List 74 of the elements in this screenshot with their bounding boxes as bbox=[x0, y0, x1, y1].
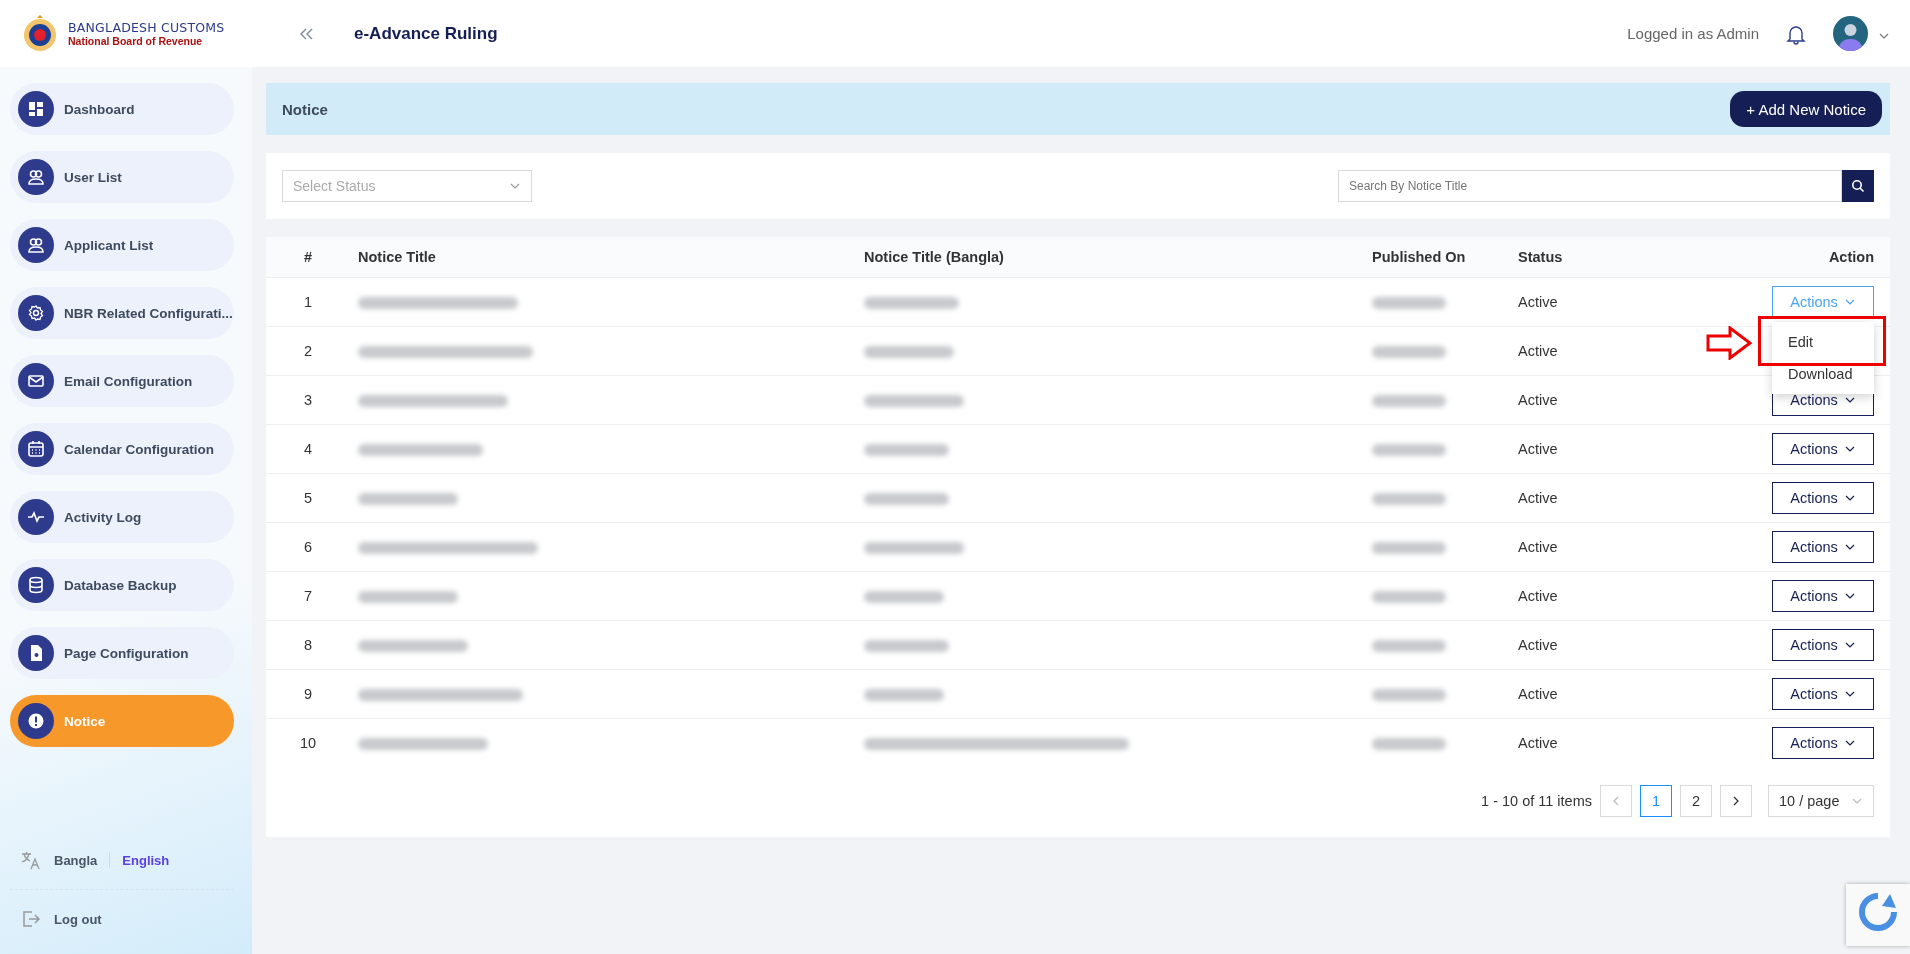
actions-dropdown[interactable]: Actions bbox=[1772, 727, 1874, 759]
actions-dropdown[interactable]: Actions bbox=[1772, 629, 1874, 661]
add-notice-button[interactable]: + Add New Notice bbox=[1730, 91, 1882, 127]
chevron-right-icon bbox=[1731, 795, 1741, 807]
logout-link[interactable]: Log out bbox=[10, 890, 234, 954]
menu-item[interactable]: Edit bbox=[1772, 326, 1874, 358]
column-header: Notice Title bbox=[350, 237, 856, 278]
actions-dropdown[interactable]: Actions bbox=[1772, 482, 1874, 514]
pulse-icon bbox=[18, 499, 54, 535]
search-button[interactable] bbox=[1842, 170, 1874, 202]
table-cell: Active bbox=[1510, 326, 1656, 376]
sidebar-item[interactable]: Database Backup bbox=[10, 559, 234, 611]
column-header: Status bbox=[1510, 237, 1656, 278]
page-size-select[interactable]: 10 / page bbox=[1768, 785, 1874, 817]
search-icon bbox=[1851, 179, 1865, 193]
page-button[interactable]: 2 bbox=[1680, 785, 1712, 817]
sidebar-item[interactable]: User List bbox=[10, 151, 234, 203]
page-title: Notice bbox=[282, 100, 328, 118]
table-cell: Active bbox=[1510, 620, 1656, 670]
alert-icon bbox=[18, 703, 54, 739]
pagination-summary: 1 - 10 of 11 items bbox=[1481, 793, 1592, 809]
chevron-left-icon bbox=[1611, 795, 1621, 807]
sidebar-item[interactable]: Calendar Configuration bbox=[10, 423, 234, 475]
app-title: e-Advance Ruling bbox=[354, 23, 498, 44]
sidebar-item[interactable]: Applicant List bbox=[10, 219, 234, 271]
column-header: Action bbox=[1656, 237, 1890, 278]
table-cell: Active bbox=[1510, 277, 1656, 327]
user-label: Logged in as Admin bbox=[1627, 25, 1759, 42]
arrow-icon bbox=[1706, 326, 1752, 360]
table-cell: 10 bbox=[266, 718, 350, 767]
table-cell: 3 bbox=[266, 375, 350, 425]
table-cell: Active bbox=[1510, 522, 1656, 572]
gear-icon bbox=[18, 295, 54, 331]
table-cell: Active bbox=[1510, 473, 1656, 523]
table-cell: 5 bbox=[266, 473, 350, 523]
actions-dropdown[interactable]: Actions bbox=[1772, 433, 1874, 465]
column-header: # bbox=[266, 237, 350, 278]
actions-dropdown[interactable]: Actions bbox=[1772, 531, 1874, 563]
table-cell: 7 bbox=[266, 571, 350, 621]
table-cell: Active bbox=[1510, 718, 1656, 767]
sidebar-item[interactable]: NBR Related Configurati... bbox=[10, 287, 234, 339]
column-header: Notice Title (Bangla) bbox=[856, 237, 1364, 278]
table-cell: Active bbox=[1510, 424, 1656, 474]
users-icon bbox=[18, 159, 54, 195]
calendar-icon bbox=[18, 431, 54, 467]
dashboard-icon bbox=[18, 91, 54, 127]
document-gear-icon bbox=[18, 635, 54, 671]
actions-dropdown[interactable]: Actions bbox=[1772, 580, 1874, 612]
table-cell: 9 bbox=[266, 669, 350, 719]
actions-dropdown[interactable]: Actions bbox=[1772, 678, 1874, 710]
table-cell: 4 bbox=[266, 424, 350, 474]
language-option[interactable]: Bangla bbox=[54, 852, 98, 868]
table-cell: Active bbox=[1510, 375, 1656, 425]
translate-icon bbox=[20, 849, 42, 871]
table-cell: 8 bbox=[266, 620, 350, 670]
brand-title: BANGLADESH CUSTOMS bbox=[68, 20, 225, 35]
sidebar-item[interactable]: Email Configuration bbox=[10, 355, 234, 407]
table-cell: 1 bbox=[266, 277, 350, 327]
table-cell: 6 bbox=[266, 522, 350, 572]
database-icon bbox=[18, 567, 54, 603]
table-cell: Active bbox=[1510, 669, 1656, 719]
sidebar-item[interactable]: Activity Log bbox=[10, 491, 234, 543]
logout-icon bbox=[20, 908, 42, 930]
search-field[interactable]: Search By Notice Title bbox=[1338, 170, 1842, 202]
brand-subtitle: National Board of Revenue bbox=[68, 35, 204, 47]
users-icon bbox=[18, 227, 54, 263]
sidebar-item[interactable]: Page Configuration bbox=[10, 627, 234, 679]
mail-icon bbox=[18, 363, 54, 399]
avatar-icon[interactable] bbox=[1833, 16, 1868, 51]
column-header: Published On bbox=[1364, 237, 1510, 278]
table-cell: 2 bbox=[266, 326, 350, 376]
language-option[interactable]: English bbox=[122, 852, 170, 868]
table-cell: Active bbox=[1510, 571, 1656, 621]
sidebar-item[interactable]: Dashboard bbox=[10, 83, 234, 135]
